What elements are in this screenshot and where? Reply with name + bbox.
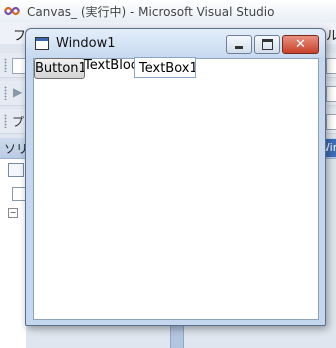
vs-window-title: Canvas_ (実行中) - Microsoft Visual Studio — [27, 5, 275, 19]
maximize-icon — [261, 39, 273, 50]
minimize-button[interactable] — [226, 35, 252, 54]
maximize-button[interactable] — [254, 35, 280, 54]
vs-menu-tools[interactable]: ル — [326, 25, 336, 44]
toolbar-grip-icon[interactable] — [4, 86, 7, 100]
toolbar-icon-right[interactable] — [326, 114, 336, 130]
window1-titlebar[interactable]: Window1 ✕ — [26, 29, 325, 57]
button1[interactable]: Button1 — [34, 58, 85, 79]
toolbar-grip-icon[interactable] — [4, 58, 7, 72]
close-button[interactable]: ✕ — [282, 35, 319, 54]
new-file-icon[interactable] — [12, 58, 26, 74]
vs-titlebar: Canvas_ (実行中) - Microsoft Visual Studio — [0, 0, 336, 23]
textbox1-input[interactable]: TextBox1 — [134, 57, 196, 78]
toolbar-grip-icon[interactable] — [4, 114, 7, 128]
window1-canvas: Button1 TextBlock TextBox1 — [33, 57, 319, 320]
window1-title: Window1 — [56, 36, 116, 51]
window-app-icon[interactable] — [35, 37, 49, 50]
toolbar-icon-right[interactable] — [326, 86, 336, 102]
properties-icon[interactable] — [8, 163, 24, 177]
tree-collapse-icon[interactable]: − — [8, 208, 18, 218]
close-icon: ✕ — [295, 37, 306, 52]
minimize-icon — [235, 46, 243, 49]
project-file-icon[interactable] — [12, 187, 26, 201]
visual-studio-logo-icon — [4, 6, 20, 16]
vs-toolbar-label: プ — [12, 115, 25, 129]
toolbar-icon-right[interactable] — [326, 58, 336, 74]
play-icon[interactable]: ▶ — [13, 85, 22, 99]
window1: Window1 ✕ Button1 TextBlock TextBox1 — [25, 28, 326, 326]
textblock: TextBlock — [84, 58, 134, 73]
